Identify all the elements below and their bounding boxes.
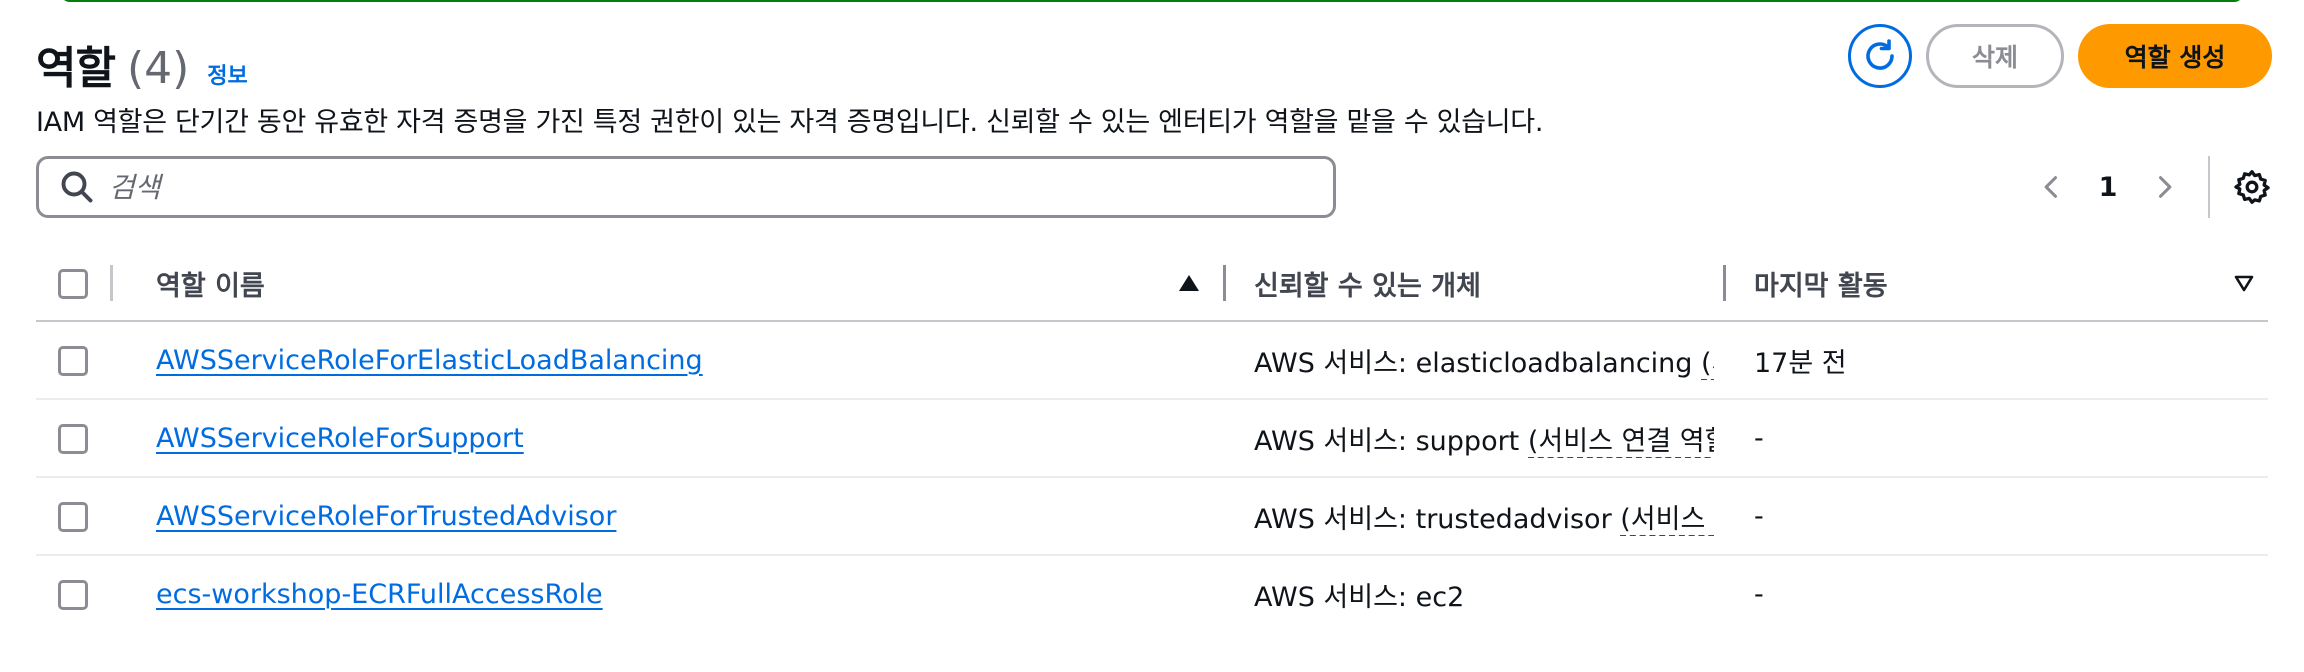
role-name-link[interactable]: AWSServiceRoleForElasticLoadBalancing [156, 345, 703, 376]
previous-page-button[interactable] [2032, 167, 2072, 207]
service-linked-role-tooltip-trigger[interactable]: (서비스 연결 역할) [1620, 503, 1714, 536]
chevron-right-icon [2158, 176, 2172, 198]
trusted-entity-text: AWS 서비스: support [1254, 425, 1520, 457]
trusted-entity-cell: AWS 서비스: elasticloadbalancing (서비스 연결 역할… [1254, 341, 1714, 380]
refresh-button[interactable] [1848, 24, 1912, 88]
last-activity-cell: - [1754, 579, 1764, 610]
service-linked-role-tooltip-trigger[interactable]: (서비스 연결 역할) [1701, 347, 1714, 380]
info-link[interactable]: 정보 [207, 58, 247, 90]
page-title: 역할 [36, 43, 116, 94]
header-actions: 삭제 역할 생성 [1848, 24, 2272, 88]
column-divider [110, 265, 113, 301]
trusted-entity-cell: AWS 서비스: trustedadvisor (서비스 연결 역할) [1254, 497, 1714, 536]
search-bar [36, 156, 1336, 218]
sort-ascending-icon [1179, 275, 1199, 291]
sort-descending-icon [2234, 275, 2254, 292]
last-activity-cell: 17분 전 [1726, 321, 2268, 400]
service-linked-role-tooltip-trigger[interactable]: (서비스 연결 역할) [1527, 425, 1714, 458]
trusted-entity-text: AWS 서비스: ec2 [1254, 582, 1465, 613]
select-all-checkbox[interactable] [58, 268, 88, 299]
select-all-header [36, 246, 156, 322]
last-activity-cell: - [1726, 477, 2268, 556]
trusted-entity-text: AWS 서비스: trustedadvisor [1254, 503, 1612, 535]
table-row: AWSServiceRoleForTrustedAdvisor AWS 서비스:… [36, 477, 2268, 556]
column-label-trusted-entities: 신뢰할 수 있는 개체 [1254, 270, 1481, 302]
role-name-link[interactable]: ecs-workshop-ECRFullAccessRole [156, 579, 603, 610]
trusted-entity-cell: AWS 서비스: support (서비스 연결 역할) [1254, 419, 1714, 458]
preferences-button[interactable] [2232, 167, 2272, 207]
column-label-last-activity: 마지막 활동 [1754, 270, 1888, 302]
role-name-link[interactable]: AWSServiceRoleForTrustedAdvisor [156, 501, 616, 532]
success-flash-border [60, 0, 2244, 2]
column-label-role-name: 역할 이름 [156, 270, 265, 302]
search-icon [61, 171, 93, 203]
roles-table: 역할 이름 신뢰할 수 있는 개체 마지막 활동 AWSServiceRoleF… [36, 246, 2268, 633]
delete-button[interactable]: 삭제 [1926, 24, 2064, 88]
role-name-link[interactable]: AWSServiceRoleForSupport [156, 423, 524, 454]
table-row: AWSServiceRoleForSupport AWS 서비스: suppor… [36, 399, 2268, 478]
row-checkbox[interactable] [58, 345, 88, 376]
row-checkbox[interactable] [58, 423, 88, 454]
page-description: IAM 역할은 단기간 동안 유효한 자격 증명을 가진 특정 권한이 있는 자… [36, 107, 1544, 138]
row-checkbox[interactable] [58, 580, 88, 611]
table-row: AWSServiceRoleForElasticLoadBalancing AW… [36, 321, 2268, 400]
page-header: 역할 (4) 정보 [36, 32, 248, 94]
refresh-icon [1866, 39, 1894, 70]
role-count: (4) [126, 43, 190, 94]
row-checkbox[interactable] [58, 501, 88, 532]
last-activity-cell: - [1726, 399, 2268, 478]
search-input[interactable] [109, 170, 1289, 204]
next-page-button[interactable] [2144, 167, 2184, 207]
current-page-number[interactable]: 1 [2072, 172, 2144, 203]
trusted-entity-cell: AWS 서비스: ec2 [1254, 575, 1714, 614]
create-role-button[interactable]: 역할 생성 [2078, 24, 2272, 88]
gear-icon [2234, 170, 2270, 204]
column-header-last-activity[interactable]: 마지막 활동 [1726, 246, 2268, 322]
pagination: 1 [2032, 156, 2272, 218]
chevron-left-icon [2044, 176, 2058, 198]
column-header-trusted-entities[interactable]: 신뢰할 수 있는 개체 [1226, 246, 1726, 322]
trusted-entity-text: AWS 서비스: elasticloadbalancing [1254, 347, 1693, 379]
table-header-row: 역할 이름 신뢰할 수 있는 개체 마지막 활동 [36, 246, 2268, 322]
column-header-role-name[interactable]: 역할 이름 [156, 246, 1226, 322]
table-row: ecs-workshop-ECRFullAccessRole AWS 서비스: … [36, 555, 2268, 633]
pagination-divider [2208, 156, 2210, 218]
